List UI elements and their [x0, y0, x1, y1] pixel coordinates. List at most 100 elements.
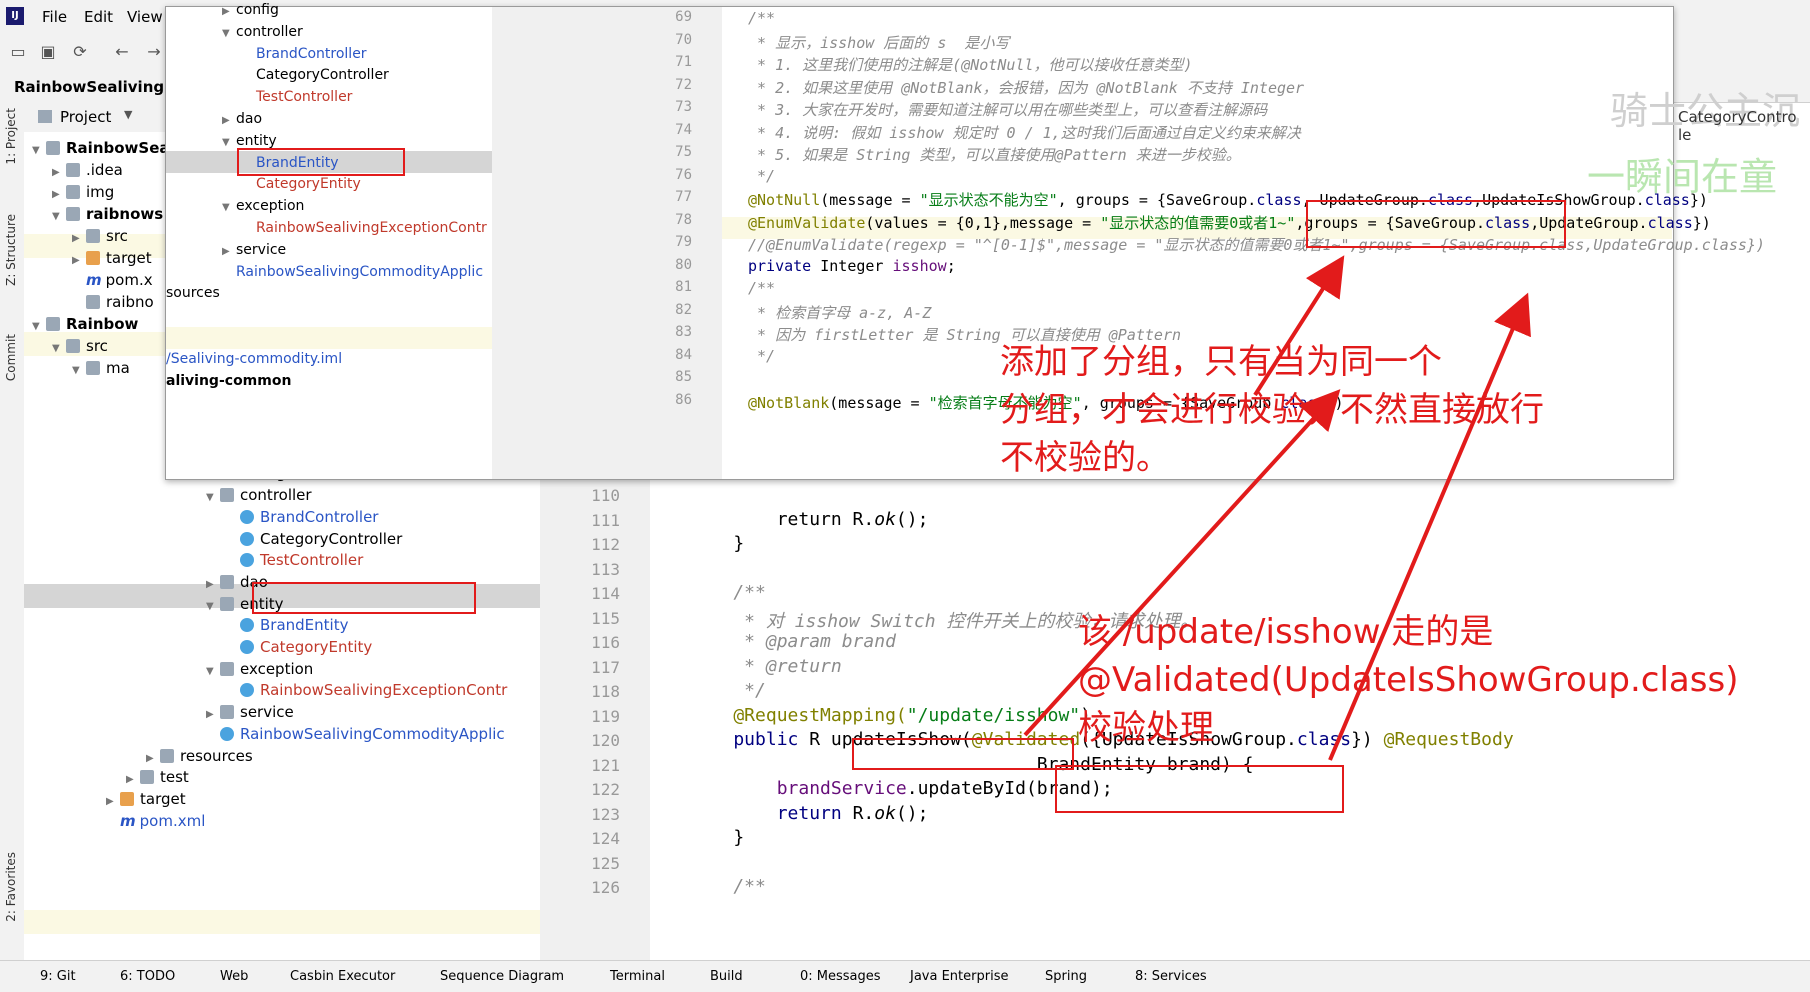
tree-item[interactable]: ▼ RainbowSea	[32, 136, 170, 160]
expand-arrow-icon[interactable]: ▼	[52, 205, 66, 229]
tree-item-label: BrandController	[260, 507, 379, 526]
tree-item[interactable]: ▶ resources	[146, 744, 253, 768]
save-icon[interactable]: ▣	[38, 42, 58, 62]
tree-item[interactable]: BrandEntity	[226, 613, 348, 637]
tree-item-label: test	[160, 768, 189, 787]
tree-item[interactable]: aliving-common	[166, 370, 291, 392]
line-number: 70	[675, 31, 692, 48]
expand-arrow-icon[interactable]: ▼	[206, 595, 220, 619]
tree-item[interactable]: ▶ test	[126, 765, 189, 789]
tree-item[interactable]: RainbowSealivingExceptionContr	[242, 217, 487, 239]
tree-item[interactable]: CategoryController	[242, 64, 389, 86]
tree-item[interactable]: ▶ .idea	[52, 158, 123, 182]
line-number: 110	[591, 486, 620, 505]
expand-arrow-icon[interactable]: ▼	[32, 315, 46, 339]
java-class-icon	[240, 509, 254, 524]
expand-arrow-icon[interactable]: ▼	[72, 359, 86, 383]
project-panel-title[interactable]: Project	[60, 108, 111, 126]
tree-item-label: Rainbow	[66, 315, 139, 333]
tree-item[interactable]: m pom.x	[72, 268, 153, 292]
tree-item[interactable]: ▼ exception	[206, 657, 313, 681]
status-tab[interactable]: 6: TODO	[120, 969, 175, 984]
expand-arrow-icon[interactable]: ▼	[206, 660, 220, 684]
tree-item[interactable]: CategoryController	[226, 527, 402, 551]
tree-item[interactable]: RainbowSealivingExceptionContr	[226, 678, 507, 702]
tree-item[interactable]: /Sealiving-commodity.iml	[166, 348, 342, 370]
tree-item[interactable]: ▶ src	[72, 224, 128, 248]
tree-item-label: target	[106, 249, 152, 267]
tree-item[interactable]: ▼ controller	[206, 483, 312, 507]
status-tab[interactable]: Build	[710, 969, 743, 984]
collapse-arrow-icon[interactable]: ▶	[222, 110, 236, 132]
tree-item[interactable]: BrandController	[242, 43, 367, 65]
maven-icon: m	[86, 271, 102, 289]
tree-item-label: CategoryController	[260, 529, 403, 548]
expand-arrow-icon[interactable]: ▼	[52, 337, 66, 361]
tree-item[interactable]: ▼ src	[52, 334, 108, 358]
folder-icon	[220, 488, 234, 503]
tree-item[interactable]: BrandController	[226, 505, 378, 529]
side-tab-structure[interactable]: Z: Structure	[4, 214, 18, 286]
status-tab[interactable]: Casbin Executor	[290, 969, 395, 984]
tree-item[interactable]: TestController	[226, 548, 363, 572]
expand-arrow-icon[interactable]: ▼	[32, 139, 46, 163]
tree-item[interactable]: TestController	[242, 86, 352, 108]
tree-item[interactable]: ▶ img	[52, 180, 114, 204]
tree-item[interactable]: ▶ target	[72, 246, 152, 270]
tree-item[interactable]: ▶ service	[206, 700, 294, 724]
status-tab[interactable]: Spring	[1045, 969, 1087, 984]
tree-item[interactable]: ▶ target	[106, 787, 186, 811]
status-tab[interactable]: Terminal	[610, 969, 665, 984]
tree-item[interactable]: CategoryEntity	[226, 635, 372, 659]
expand-arrow-icon[interactable]: ▼	[222, 197, 236, 219]
tree-item[interactable]: ▶config	[222, 0, 279, 21]
code-line: @EnumValidate(values = {0,1},message = "…	[748, 213, 1711, 232]
tree-item[interactable]: ▶ service	[222, 239, 286, 261]
tree-item[interactable]: ▼ controller	[222, 21, 303, 43]
expand-arrow-icon[interactable]: ▼	[222, 23, 236, 45]
tree-item-label: src	[86, 337, 108, 355]
menu-edit[interactable]: Edit	[84, 8, 113, 26]
collapse-arrow-icon[interactable]: ▶	[222, 1, 236, 23]
status-tab[interactable]: Java Enterprise	[910, 969, 1008, 984]
tree-item[interactable]: sources	[166, 282, 220, 304]
menu-file[interactable]: File	[42, 8, 67, 26]
tree-item-label: TestController	[260, 551, 364, 570]
folder-icon	[46, 141, 60, 155]
side-tab-commit[interactable]: Commit	[4, 334, 18, 381]
tree-item[interactable]: RainbowSealivingCommodityApplic	[206, 722, 505, 746]
expand-arrow-icon[interactable]: ▼	[206, 486, 220, 510]
open-folder-icon[interactable]: ▭	[8, 42, 28, 62]
watermark-text-2: 一瞬间在童	[1587, 155, 1778, 199]
menu-view[interactable]: View	[127, 8, 163, 26]
side-tab-favorites[interactable]: 2: Favorites	[4, 852, 18, 922]
line-number: 117	[591, 657, 620, 677]
expand-arrow-icon[interactable]: ▼	[222, 132, 236, 154]
sync-icon[interactable]: ⟳	[70, 42, 90, 62]
back-arrow-icon[interactable]: ←	[112, 42, 132, 62]
tree-item[interactable]: ▼ ma	[72, 356, 130, 380]
collapse-arrow-icon[interactable]: ▶	[222, 241, 236, 263]
breadcrumb-project[interactable]: RainbowSealiving	[14, 78, 164, 96]
highlight-box-request-mapping	[852, 738, 1074, 770]
row-highlight	[166, 327, 492, 349]
tree-item[interactable]: RainbowSealivingCommodityApplic	[222, 261, 483, 283]
status-tab[interactable]: 0: Messages	[800, 969, 881, 984]
highlight-box-validated-group	[1055, 765, 1344, 813]
tree-item[interactable]: CategoryEntity	[242, 173, 361, 195]
status-tab[interactable]: 8: Services	[1135, 969, 1207, 984]
tree-item[interactable]: ▶ dao	[222, 108, 262, 130]
tree-item[interactable]: ▼ Rainbow	[32, 312, 138, 336]
tree-item[interactable]: ▼ exception	[222, 195, 304, 217]
side-tab-project[interactable]: 1: Project	[4, 108, 18, 165]
folder-icon	[160, 748, 174, 763]
status-tab[interactable]: 9: Git	[40, 969, 76, 984]
tree-item[interactable]: raibno	[72, 290, 154, 314]
java-class-icon	[240, 618, 254, 633]
status-tab[interactable]: Sequence Diagram	[440, 969, 564, 984]
chevron-down-icon[interactable]: ▼	[124, 108, 132, 121]
forward-arrow-icon[interactable]: →	[144, 42, 164, 62]
status-tab[interactable]: Web	[220, 969, 248, 984]
tree-item[interactable]: m pom.xml	[106, 809, 205, 833]
tree-item[interactable]: ▼ raibnows	[52, 202, 163, 226]
